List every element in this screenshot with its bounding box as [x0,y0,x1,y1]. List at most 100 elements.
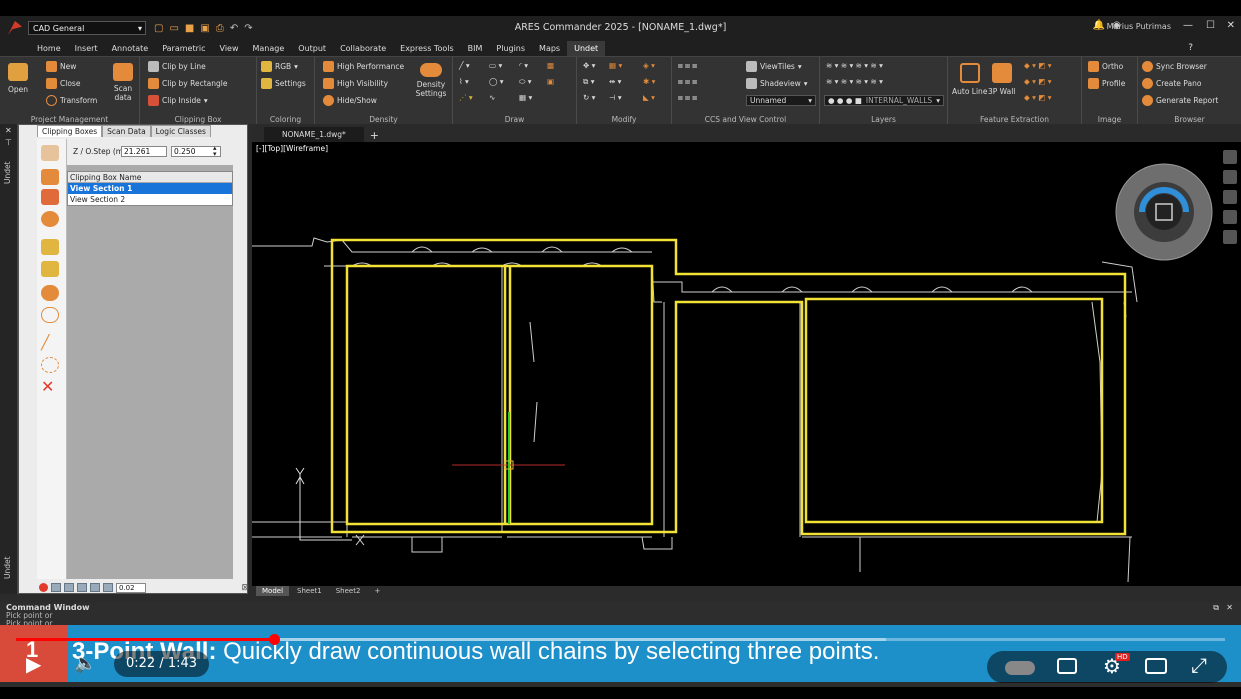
density-settings-button[interactable]: Density Settings [413,63,449,98]
cloud-outline-icon[interactable] [41,307,59,323]
explode-icon[interactable]: ✱ ▾ [643,77,655,86]
grid-2-icon[interactable] [64,583,74,592]
high-visibility-button[interactable]: High Visibility [323,78,388,89]
new-button[interactable]: New [46,61,76,72]
tab-output[interactable]: Output [291,41,333,56]
pencil-icon[interactable]: ╱ [41,335,59,351]
workspace-select[interactable]: CAD General ▾ [28,21,146,35]
sync-browser-button[interactable]: Sync Browser [1142,61,1207,72]
nav-orbit-icon[interactable] [1223,150,1237,164]
coloring-settings-button[interactable]: Settings [261,78,306,89]
nav-pan-icon[interactable] [1223,170,1237,184]
clipping-box-icon[interactable] [41,145,59,161]
arc-icon[interactable]: ◜ ▾ [519,61,528,70]
color-dot-icon[interactable] [39,583,48,592]
grid-4-icon[interactable] [90,583,100,592]
box-icon[interactable] [41,169,59,185]
tab-model[interactable]: Model [256,586,290,596]
tab-sheet1[interactable]: Sheet1 [291,586,328,596]
drawing-viewport[interactable]: [-][Top][Wireframe] [252,142,1241,586]
shadeview-button[interactable]: Shadeview ▾ [746,78,808,89]
point-icon[interactable]: ⋰ ▾ [459,93,473,102]
classify-icon[interactable] [41,239,59,255]
feature-tools-2-icon[interactable]: ◆ ▾ ◩ ▾ [1024,77,1052,86]
chevron-down-icon[interactable]: ▾ [204,96,208,105]
tab-annotate[interactable]: Annotate [105,41,156,56]
scan-data-button[interactable]: Scan data [110,63,136,102]
z-value-input[interactable]: 21.261 [121,146,167,157]
chevron-down-icon[interactable]: ▾ [294,62,298,71]
add-document-icon[interactable]: + [364,129,385,142]
hatch-icon[interactable]: ▩ [547,61,554,70]
circle-box-icon[interactable] [41,211,59,227]
auto-line-button[interactable]: Auto Line [952,63,987,96]
layer-tools-2-icon[interactable]: ≋ ▾ ≋ ▾ ≋ ▾ ≋ ▾ [826,77,883,86]
tab-insert[interactable]: Insert [68,41,105,56]
3p-wall-button[interactable]: 3P Wall [988,63,1015,96]
nav-walk-icon[interactable] [1223,210,1237,224]
undo-icon[interactable]: ↶ [230,23,238,34]
clip-inside-button[interactable]: Clip Inside ▾ [148,95,208,106]
tab-logic-classes[interactable]: Logic Classes [150,125,211,137]
circle-icon[interactable]: ◯ ▾ [489,77,504,86]
tab-collaborate[interactable]: Collaborate [333,41,393,56]
pin-icon[interactable]: ⊤ [5,138,12,147]
tab-express-tools[interactable]: Express Tools [393,41,461,56]
redo-icon[interactable]: ↷ [244,23,252,34]
block-icon[interactable]: ▦ ▾ [519,93,532,102]
grid-3-icon[interactable] [77,583,87,592]
nav-settings-icon[interactable] [1223,230,1237,244]
hide-show-button[interactable]: Hide/Show [323,95,377,106]
subtitles-icon[interactable] [1057,658,1077,674]
view-cube-icon[interactable]: ⧈ ⧈ ⧈ [678,61,697,71]
open-button[interactable]: Open [8,63,28,94]
layer-tools-icon[interactable]: ≋ ▾ ≋ ▾ ≋ ▾ ≋ ▾ [826,61,883,70]
array-icon[interactable]: ▦ ▾ [609,61,622,70]
tab-parametric[interactable]: Parametric [155,41,212,56]
ortho-button[interactable]: Ortho [1088,61,1123,72]
navigation-wheel[interactable] [1114,162,1214,262]
volume-icon[interactable]: 🔈 [74,653,96,674]
close-icon[interactable]: ✕ [1227,20,1235,31]
tab-bim[interactable]: BIM [461,41,490,56]
save-as-icon[interactable]: ▣ [200,23,209,34]
mirror-icon[interactable]: ⇹ ▾ [609,77,621,86]
tab-document[interactable]: NONAME_1.dwg* [264,127,364,142]
copy-icon[interactable]: ⧉ ▾ [583,77,595,87]
feature-tools-3-icon[interactable]: ◆ ▾ ◩ ▾ [1024,93,1052,102]
nav-zoom-icon[interactable] [1223,190,1237,204]
transform-button[interactable]: Transform [46,95,97,106]
cloud-filled-icon[interactable] [41,285,59,301]
grid-5-icon[interactable] [103,583,113,592]
clip-by-line-button[interactable]: Clip by Line [148,61,206,72]
tab-scan-data[interactable]: Scan Data [102,125,151,137]
chevron-down-icon[interactable]: ▾ [798,62,802,71]
tab-manage[interactable]: Manage [246,41,292,56]
spinner-icon[interactable]: ▴ ▾ [213,145,217,158]
close-command-icon[interactable]: ✕ [1226,603,1233,612]
ellipse-icon[interactable]: ⬭ ▾ [519,77,532,87]
save-icon[interactable]: ■ [185,23,194,34]
chevron-down-icon[interactable]: ▾ [804,79,808,88]
user-name[interactable]: Marius Putrimas [1107,22,1171,31]
trim-icon[interactable]: ⊣ ▾ [609,93,622,102]
delete-icon[interactable]: ✕ [41,379,59,395]
rgb-button[interactable]: RGB ▾ [261,61,298,72]
close-palette-icon[interactable]: ✕ [5,126,12,135]
scrubber-handle[interactable] [268,634,280,645]
view-cube-2-icon[interactable]: ⧈ ⧈ ⧈ [678,77,697,87]
generate-report-button[interactable]: Generate Report [1142,95,1218,106]
bell-icon[interactable]: 🔔 [1093,20,1105,31]
view-cube-3-icon[interactable]: ⧈ ⧈ ⧈ [678,93,697,103]
maximize-icon[interactable]: ☐ [1206,20,1215,31]
move-icon[interactable]: ✥ ▾ [583,61,595,70]
tab-clipping-boxes[interactable]: Clipping Boxes [37,125,103,137]
tab-view[interactable]: View [213,41,246,56]
table-row[interactable]: View Section 2 [68,194,232,205]
tab-undet[interactable]: Undet [567,41,606,56]
close-project-button[interactable]: Close [46,78,80,89]
classify-settings-icon[interactable] [41,261,59,277]
tolerance-input[interactable]: 0.02 [116,582,146,593]
rectangle-icon[interactable]: ▭ ▾ [489,61,502,70]
clip-by-rectangle-button[interactable]: Clip by Rectangle [148,78,228,89]
